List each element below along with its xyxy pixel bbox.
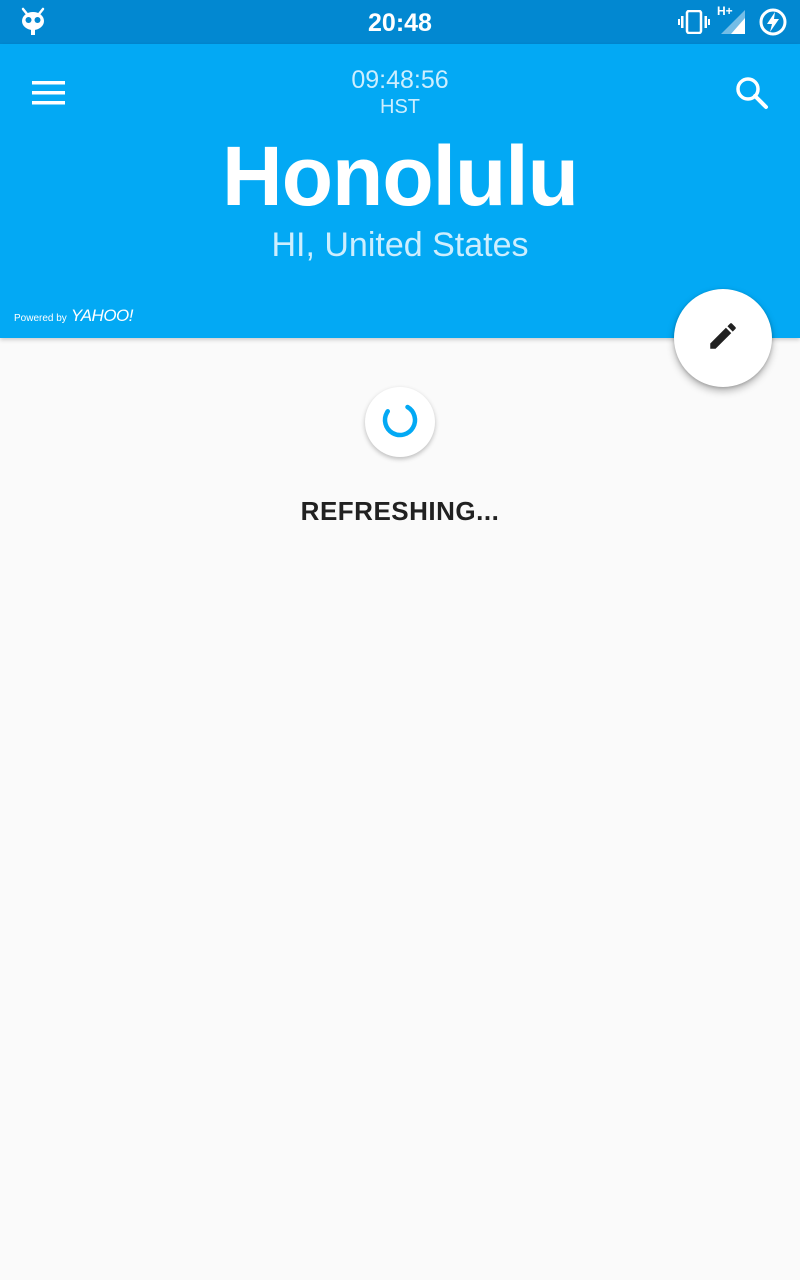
search-icon — [733, 77, 771, 116]
loading-spinner-icon — [380, 400, 420, 445]
powered-by-label: Powered by — [14, 313, 67, 324]
refreshing-label: REFRESHING... — [300, 496, 500, 526]
search-button[interactable] — [733, 74, 771, 112]
edit-location-button[interactable] — [674, 289, 772, 387]
battery-charging-icon — [758, 7, 788, 42]
signal-icon: H+ — [717, 4, 747, 41]
powered-by-yahoo[interactable]: Powered by YAHOO! — [14, 306, 134, 326]
timezone-label: HST — [380, 96, 420, 118]
vibrate-icon — [678, 9, 710, 39]
network-type-label: H+ — [717, 4, 733, 18]
yahoo-logo: YAHOO! — [70, 306, 134, 325]
local-time: 09:48:56 — [351, 66, 449, 94]
location-header: 09:48:56 HST Honolulu HI, United States … — [0, 44, 800, 338]
city-name: Honolulu — [222, 129, 579, 223]
region-name: HI, United States — [271, 226, 529, 264]
status-bar: 20:48 H+ — [0, 0, 800, 44]
refresh-spinner — [365, 387, 435, 457]
edit-pencil-icon — [706, 319, 740, 358]
